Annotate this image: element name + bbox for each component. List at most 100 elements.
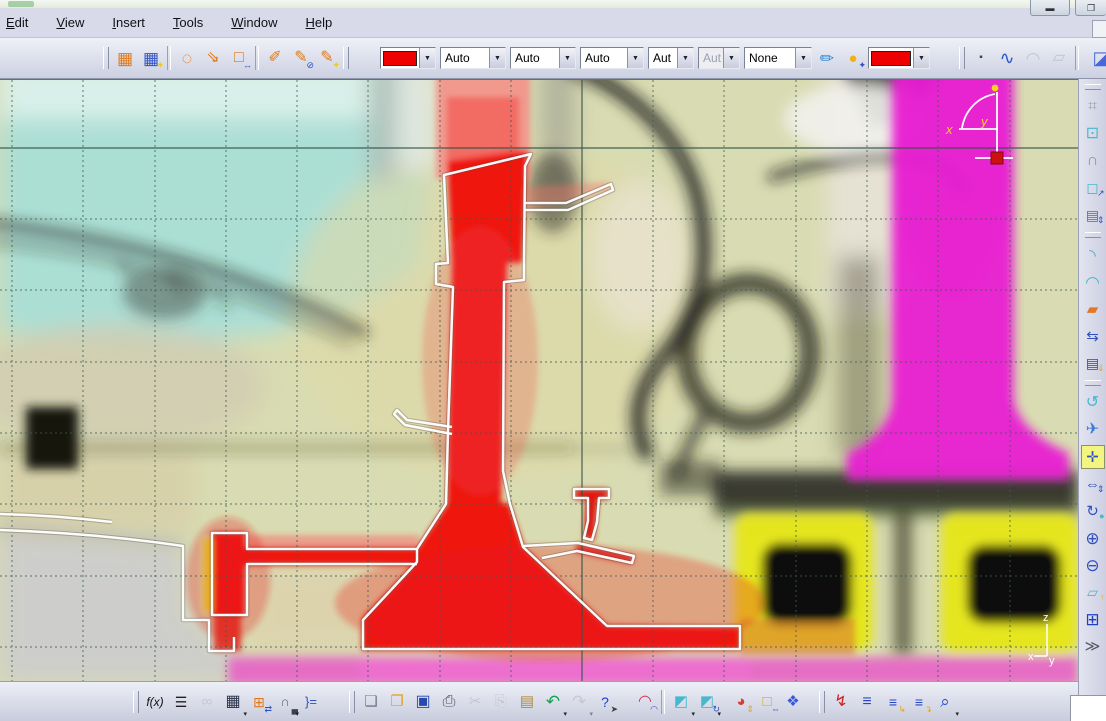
dimensional-constraints-icon[interactable]: □ ↔ [226,44,252,72]
menu-edit[interactable]: Edit [0,8,42,37]
constraint-bar-drag-handle[interactable] [1084,84,1101,90]
output-profile-icon[interactable]: ≡ ↴ [906,688,932,716]
surface-icon[interactable]: ◠ [1020,44,1046,72]
construction-element-icon[interactable]: ◌ [174,44,200,72]
corner-icon[interactable]: ◝ [1081,243,1105,267]
sketcher-icon[interactable]: ◩ ▾ [668,688,695,718]
print-icon[interactable]: ⎙ [436,688,462,716]
anchor-dimensions-icon[interactable]: ▤ ⇕ [1081,203,1105,227]
copy-icon[interactable]: ⎘ [488,688,514,716]
filter-combo[interactable]: None ▼ [744,47,812,69]
geometrical-constraints-icon[interactable]: ⇘ [200,44,226,72]
search-icon[interactable]: ⌕ ▾ [932,688,959,718]
formula-fx-icon[interactable]: f(x) [142,688,168,716]
menu-help[interactable]: Help [292,8,347,37]
dropdown-caret[interactable]: ▾ [717,710,721,718]
save-icon[interactable]: ▣ [410,688,436,716]
edge-color-combo[interactable]: ▼ [868,47,930,69]
scale-item-icon[interactable]: ◻ ↗ [1081,176,1104,200]
line-weight-combo[interactable]: Auto ▼ [510,47,576,69]
sketch-canvas[interactable]: x y z x y [0,79,1078,681]
view-bar-drag-handle[interactable] [1084,380,1101,386]
contact-constraint-icon[interactable]: ✐ [262,44,288,72]
normal-view-icon[interactable]: ▱ ↑ [1081,580,1104,604]
wizard-icon[interactable]: ● ✦ [840,44,866,72]
standard-bar-drag-handle[interactable] [349,690,355,713]
workbench-icon[interactable]: ◪➤ [1088,44,1106,72]
more-toolbars-chevron[interactable]: ≫ [1081,634,1105,658]
structure-list-icon[interactable]: ≡ [854,688,880,716]
chevron-down-icon[interactable]: ▼ [489,48,505,68]
layer-combo[interactable]: Aut ▼ [698,47,740,69]
anchor-handle[interactable] [990,151,1004,165]
solid-icon[interactable]: ▱ [1046,44,1072,72]
point-symbol-combo[interactable]: Auto ▼ [580,47,644,69]
quick-trim-icon[interactable]: ⇆ [1081,324,1105,348]
menu-view[interactable]: View [42,8,98,37]
dimension-constraint-icon[interactable]: ⊡ [1081,122,1105,146]
paperclip-icon[interactable]: ∩ [1081,149,1105,173]
constraint-icon[interactable]: □ ⇔ [754,688,780,716]
paste-icon[interactable]: ▤ [514,688,540,716]
menu-tools[interactable]: Tools [159,8,217,37]
layers-stack-icon[interactable]: ▤ ⇓ [1081,351,1105,375]
arc-icon[interactable]: ◠ [1081,270,1105,294]
fit-all-in-icon[interactable]: ✛ [1080,445,1105,469]
constraints-dialog-icon[interactable]: ✎ ⊘ [288,44,314,72]
origin-point[interactable] [991,84,999,92]
cut-icon[interactable]: ✂ [462,688,488,716]
zoom-in-icon[interactable]: ⊕ [1081,526,1105,550]
sketch-analysis-icon[interactable]: ⌗ [1081,95,1105,119]
undo-icon[interactable]: ↶ ▾ [540,688,567,718]
constraint-dialog-icon[interactable]: ◕ ⇕ [728,688,754,716]
grid-icon[interactable]: ▦ [112,44,138,72]
operation-bar-drag-handle[interactable] [1084,232,1101,238]
output-line-icon[interactable]: ≡ ↳ [880,688,906,716]
tools-bar-drag-handle[interactable] [819,690,825,713]
sweep-surface-icon[interactable]: ◠ ◠ [632,688,658,716]
chevron-down-icon[interactable]: ▼ [723,48,739,68]
rotate-view-icon[interactable]: ↻ ● [1081,499,1104,523]
link-icon[interactable]: ∞ [194,688,220,716]
restore-button[interactable]: ❐ [1075,0,1106,16]
child-window-controls[interactable] [1092,20,1106,38]
knowledge-bar-drag-handle[interactable] [133,690,139,713]
auto-constraint-icon[interactable]: ❖ [780,688,806,716]
fill-color-combo[interactable]: ▼ [380,47,436,69]
zoom-out-icon[interactable]: ⊖ [1081,553,1105,577]
menu-insert[interactable]: Insert [98,8,159,37]
chevron-down-icon[interactable]: ▼ [627,48,643,68]
exit-workbench-icon[interactable]: ◩ ↻ ▾ [694,688,721,718]
minimize-button[interactable]: ▬ [1030,0,1070,16]
multi-view-icon[interactable]: ⊞ [1081,607,1105,631]
dropdown-caret[interactable]: ▾ [955,710,959,718]
comment-icon[interactable]: ☰ [168,688,194,716]
render-style-combo[interactable]: Aut ▼ [648,47,694,69]
graphic-properties-drag-handle[interactable] [343,47,349,69]
redo-icon[interactable]: ↷ ▾ [566,688,593,718]
lock-icon[interactable]: ∩ ▄ ▾ [272,688,299,718]
painter-icon[interactable]: ✏ [814,44,840,72]
catalog-icon[interactable]: ↯ [828,688,854,716]
spline-icon[interactable]: ∿ [994,44,1020,72]
relations-icon[interactable]: ⊞ ⇄ [246,688,272,716]
eraser-icon[interactable]: ▰ [1081,297,1105,321]
line-type-combo[interactable]: Auto ▼ [440,47,506,69]
snap-to-point-icon[interactable]: ▦ ✦ [138,44,164,72]
menu-window[interactable]: Window [217,8,291,37]
chevron-down-icon[interactable]: ▼ [795,48,811,68]
design-table-icon[interactable]: ▦ ▾ [220,688,247,718]
sketch-tools-drag-handle[interactable] [103,47,109,69]
rotate-sketch-icon[interactable]: ↺ [1081,391,1105,415]
chevron-down-icon[interactable]: ▼ [419,48,435,68]
view-mode-drag-handle[interactable] [959,47,965,69]
chevron-down-icon[interactable]: ▼ [677,48,693,68]
point-icon[interactable]: ▪ [968,44,994,72]
new-document-icon[interactable]: ❏ [358,688,384,716]
whats-this-icon[interactable]: ? ➤ [592,688,618,716]
animate-constraint-icon[interactable]: ✎ ✦ [314,44,340,72]
fly-mode-icon[interactable]: ✈ [1081,418,1105,442]
chevron-down-icon[interactable]: ▼ [913,48,929,68]
equivalent-dimensions-icon[interactable]: }= [298,688,324,716]
chevron-down-icon[interactable]: ▼ [559,48,575,68]
